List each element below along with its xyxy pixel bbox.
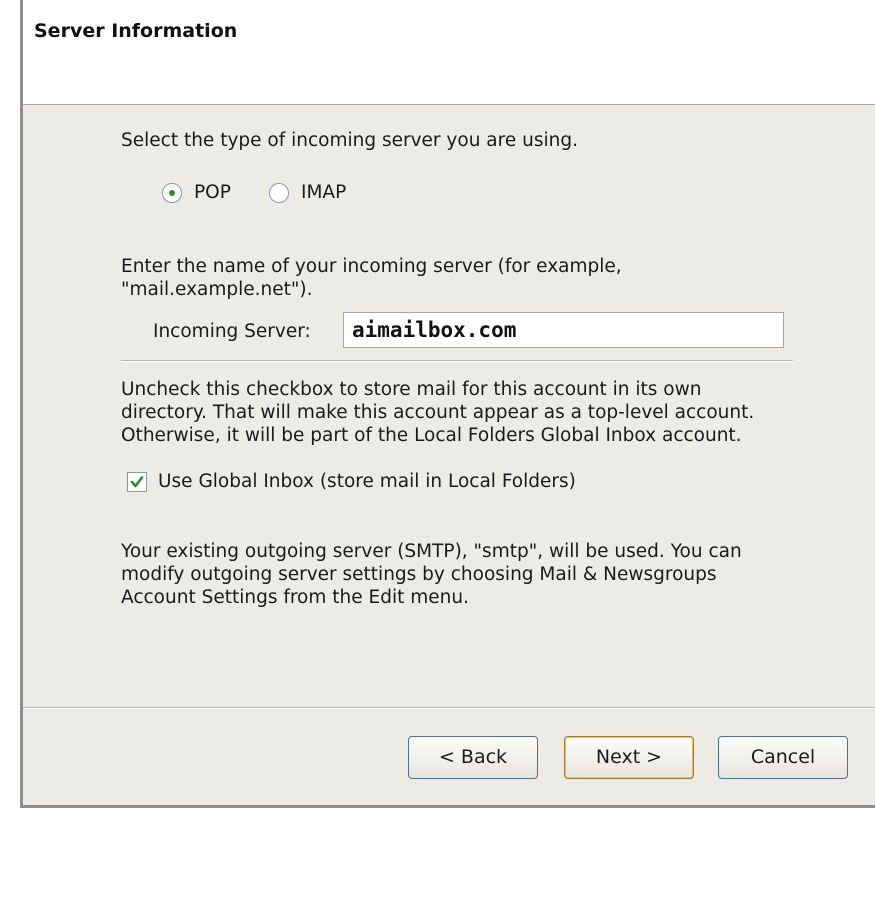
- incoming-prompt-line1: Enter the name of your incoming server (…: [121, 256, 622, 277]
- back-button[interactable]: < Back: [408, 736, 538, 779]
- next-button[interactable]: Next >: [564, 736, 694, 779]
- radio-imap-label[interactable]: IMAP: [301, 181, 346, 204]
- outgoing-info-line3: Account Settings from the Edit menu.: [121, 587, 469, 608]
- incoming-server-label: Incoming Server:: [153, 321, 311, 342]
- checkmark-icon: [130, 476, 144, 488]
- page-title: Server Information: [34, 20, 238, 42]
- radio-selected-dot: [169, 190, 175, 196]
- incoming-prompt-line2: "mail.example.net").: [121, 279, 313, 300]
- account-wizard-dialog: Server Information Select the type of in…: [20, 0, 875, 808]
- radio-pop-button[interactable]: [162, 183, 182, 203]
- global-inbox-info-line2: directory. That will make this account a…: [121, 402, 755, 423]
- outgoing-info-line1: Your existing outgoing server (SMTP), "s…: [121, 541, 742, 562]
- global-inbox-info-line3: Otherwise, it will be part of the Local …: [121, 425, 742, 446]
- global-inbox-info-line1: Uncheck this checkbox to store mail for …: [121, 379, 702, 400]
- cancel-button[interactable]: Cancel: [718, 736, 848, 779]
- section-divider: [121, 360, 793, 362]
- global-inbox-checkbox[interactable]: [127, 472, 147, 492]
- outgoing-info-line2: modify outgoing server settings by choos…: [121, 564, 717, 585]
- radio-pop-label[interactable]: POP: [194, 181, 231, 204]
- incoming-server-input[interactable]: aimailbox.com: [343, 312, 784, 348]
- footer-divider: [23, 707, 875, 709]
- wizard-header: Server Information: [23, 0, 875, 105]
- global-inbox-checkbox-label[interactable]: Use Global Inbox (store mail in Local Fo…: [158, 470, 576, 493]
- radio-imap-button[interactable]: [269, 183, 289, 203]
- server-type-prompt: Select the type of incoming server you a…: [121, 130, 578, 151]
